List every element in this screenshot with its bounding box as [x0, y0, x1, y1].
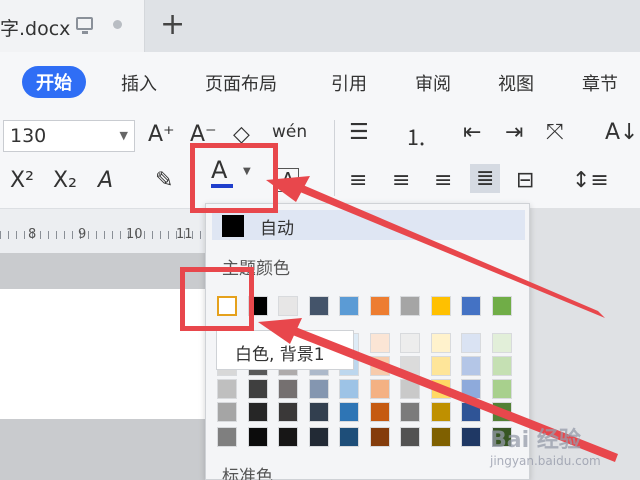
arrow-head-bottom	[258, 318, 302, 344]
watermark-logo: Bai 经验	[490, 428, 581, 453]
arrow-shaft-top	[300, 185, 605, 318]
annotation-arrows	[258, 176, 618, 462]
watermark-url: jingyan.baidu.com	[490, 454, 601, 468]
wps-writer-window: 字.docx + 开始 插入 页面布局 引用 审阅 视图 章节 130 ▼ A⁺…	[0, 0, 640, 480]
baidu-jingyan-watermark: Bai 经验 jingyan.baidu.com	[490, 410, 640, 480]
